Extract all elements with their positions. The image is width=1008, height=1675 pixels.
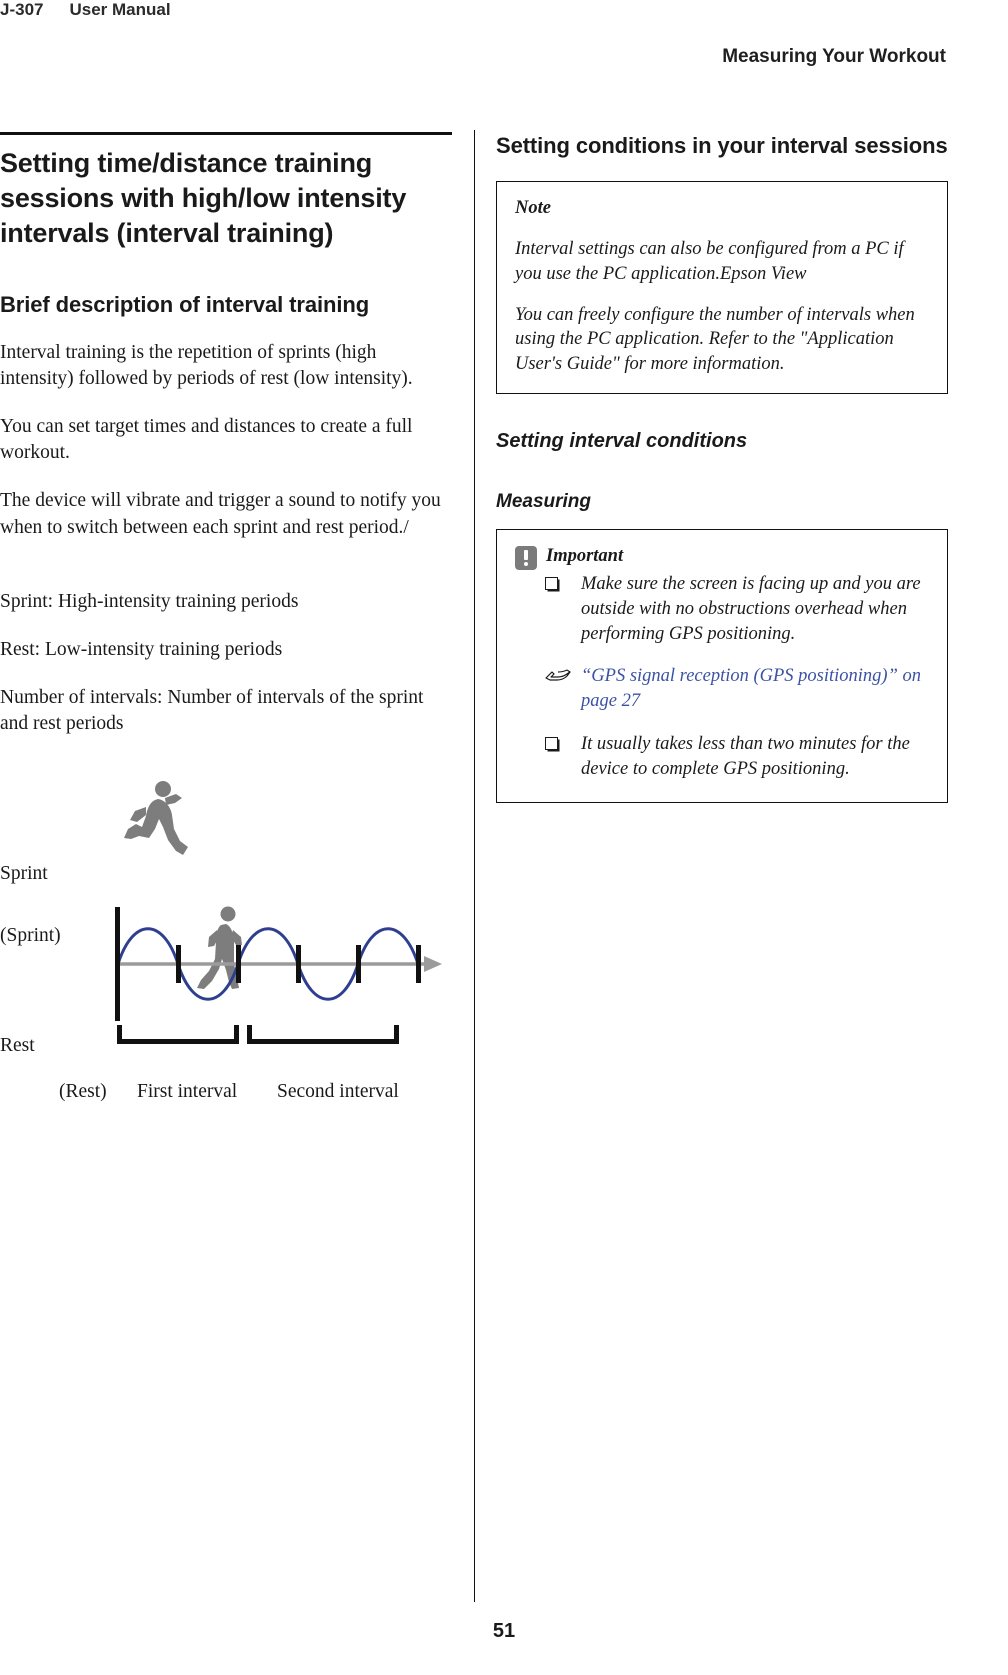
note-paragraph-2: You can freely configure the number of i… bbox=[515, 304, 915, 375]
pointing-hand-icon bbox=[545, 669, 571, 681]
header-manual-label: User Manual bbox=[69, 0, 171, 19]
section-rule: Setting time/distance training sessions … bbox=[0, 132, 452, 251]
important-callout: Important Make sure the screen is facing… bbox=[496, 529, 948, 804]
important-header: Important bbox=[515, 544, 929, 571]
important-list-continued: It usually takes less than two minutes f… bbox=[515, 732, 929, 782]
header-model: J-307 bbox=[0, 0, 44, 19]
left-column: Setting time/distance training sessions … bbox=[0, 132, 452, 1102]
figure-caption-rest: (Rest) bbox=[59, 1081, 107, 1103]
heading-measuring: Measuring bbox=[496, 491, 592, 513]
figure-caption-row: (Rest) First interval Second interval bbox=[0, 1013, 452, 1102]
figure-axis-arrowhead bbox=[424, 956, 442, 973]
interval-training-figure: Sprint (Sprint) Rest (Rest) First interv… bbox=[0, 767, 452, 1102]
figure-caption-first-interval: First interval bbox=[137, 1081, 238, 1103]
header-chapter-title: Measuring Your Workout bbox=[722, 46, 946, 67]
runner-sprint-icon bbox=[124, 781, 188, 856]
exclamation-icon bbox=[515, 546, 537, 571]
page-number: 51 bbox=[492, 1620, 516, 1642]
important-title: Important bbox=[546, 546, 624, 567]
page-running-header: J-307 User Manual Measuring Your Workout bbox=[0, 0, 1008, 85]
figure-tick-start bbox=[115, 907, 120, 1022]
header-left: J-307 User Manual bbox=[0, 0, 171, 20]
right-column: Setting conditions in your interval sess… bbox=[496, 132, 948, 804]
figure-tick-3 bbox=[296, 945, 301, 984]
note-title: Note bbox=[515, 197, 551, 218]
important-list: Make sure the screen is facing up and yo… bbox=[515, 572, 929, 647]
paragraph-rest-definition: Rest: Low-intensity training periods bbox=[0, 638, 283, 660]
important-item-text: It usually takes less than two minutes f… bbox=[581, 733, 910, 780]
cross-reference-link[interactable]: “GPS signal reception (GPS positioning)”… bbox=[515, 664, 929, 714]
paragraph-sprint-definition: Sprint: High-intensity training periods bbox=[0, 590, 299, 612]
figure-tick-2 bbox=[236, 945, 241, 984]
note-paragraph-1: Interval settings can also be configured… bbox=[515, 238, 904, 284]
figure-tick-1 bbox=[176, 945, 181, 984]
figure-tick-5 bbox=[416, 945, 421, 984]
important-list-item: Make sure the screen is facing up and yo… bbox=[545, 572, 929, 647]
figure-caption-second-interval: Second interval bbox=[277, 1081, 399, 1103]
paragraph-number-of-intervals: Number of intervals: Number of intervals… bbox=[0, 686, 424, 734]
figure-tick-4 bbox=[356, 945, 361, 984]
runner-rest-icon bbox=[197, 906, 242, 990]
paragraph-vibrate-notify: The device will vibrate and trigger a so… bbox=[0, 490, 441, 538]
cross-reference-text: “GPS signal reception (GPS positioning)”… bbox=[581, 665, 922, 711]
page-title: Setting time/distance training sessions … bbox=[0, 148, 407, 249]
paragraph-interval-definition: Interval training is the repetition of s… bbox=[0, 341, 413, 389]
heading-setting-conditions: Setting conditions in your interval sess… bbox=[496, 133, 948, 158]
square-bullet-icon bbox=[545, 577, 558, 591]
important-item-text: Make sure the screen is facing up and yo… bbox=[581, 574, 921, 645]
heading-brief-description: Brief description of interval training bbox=[0, 292, 370, 318]
heading-setting-interval-conditions: Setting interval conditions bbox=[496, 430, 748, 453]
important-list-item: It usually takes less than two minutes f… bbox=[545, 732, 929, 782]
column-divider bbox=[474, 130, 475, 1602]
note-callout: Note Interval settings can also be confi… bbox=[496, 180, 948, 395]
paragraph-target-times: You can set target times and distances t… bbox=[0, 416, 413, 464]
square-bullet-icon bbox=[545, 736, 558, 750]
